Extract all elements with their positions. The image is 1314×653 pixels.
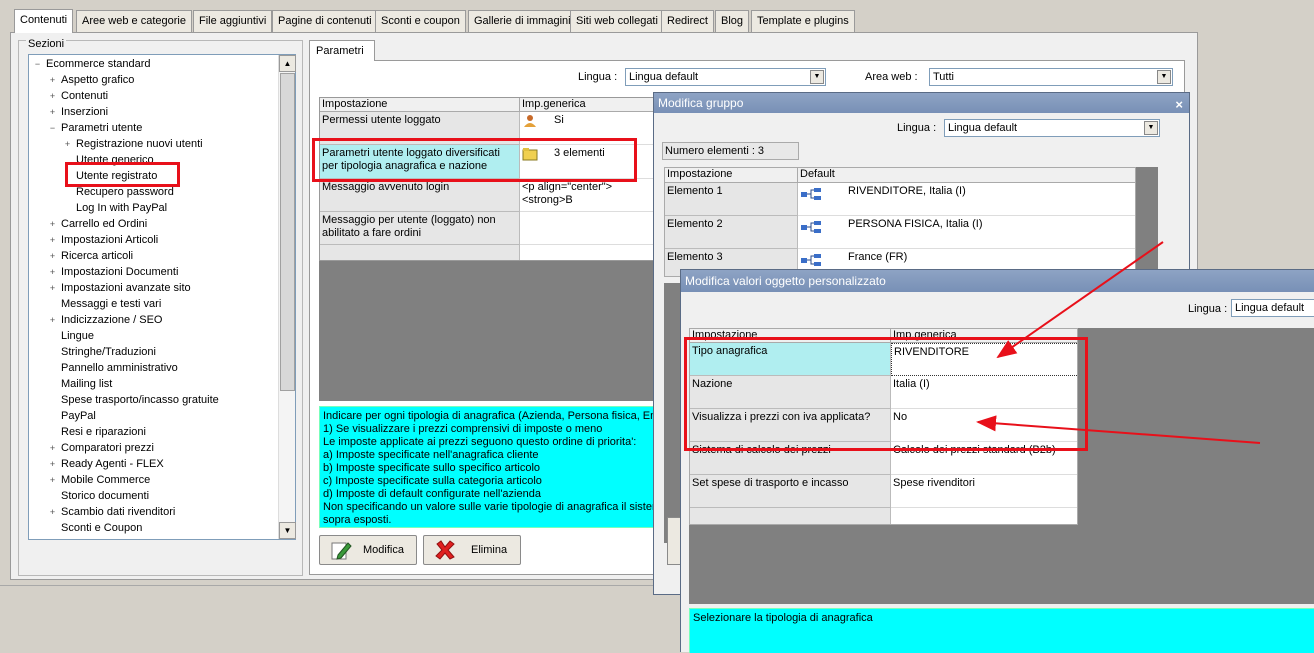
annotation-arrows (976, 241, 1261, 444)
arrow-to-tipo-anagrafica (996, 241, 1164, 359)
arrow-to-visualizza-prezzi (976, 415, 1261, 444)
